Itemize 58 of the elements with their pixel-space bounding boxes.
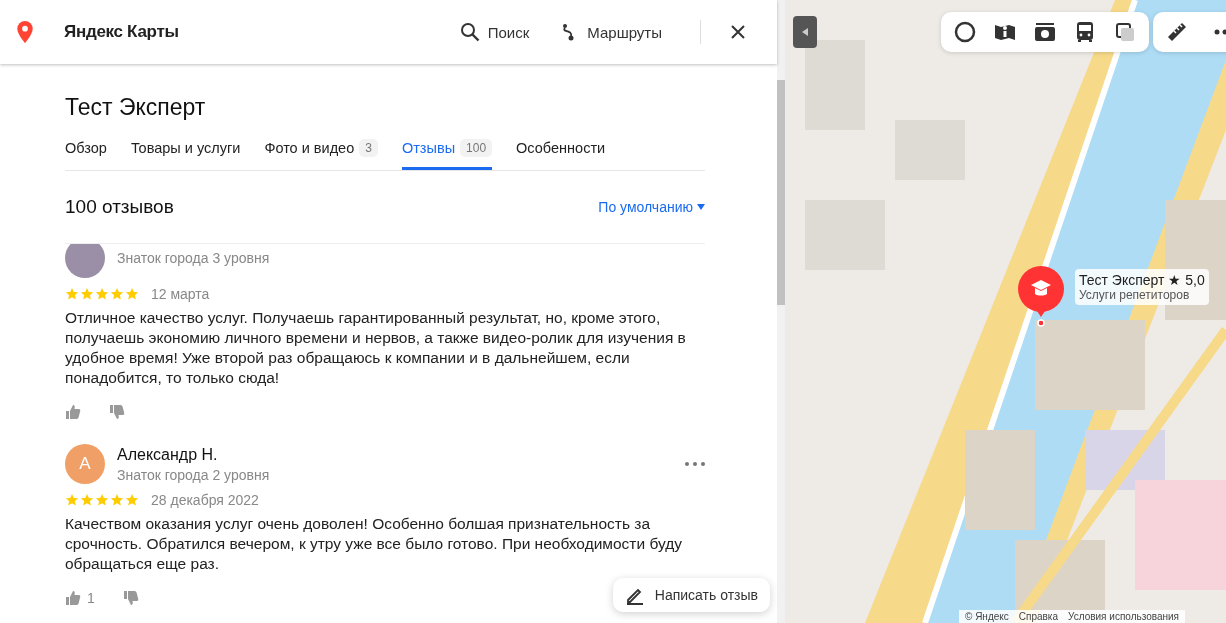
thumbs-up-icon — [65, 590, 81, 606]
place-label[interactable]: Тест Эксперт ★ 5,0 Услуги репетиторов — [1075, 269, 1209, 305]
camera-icon[interactable] — [1033, 20, 1057, 44]
star-icon — [110, 287, 124, 301]
tab[interactable]: Фото и видео 3 — [264, 133, 378, 170]
place-name: Тест Эксперт ★ 5,0 — [1079, 272, 1205, 288]
review-date: 12 марта — [151, 286, 210, 302]
sort-dropdown[interactable]: По умолчанию — [598, 199, 705, 215]
collapse-panel-button[interactable] — [793, 16, 817, 48]
like-button[interactable]: 1 — [65, 590, 95, 606]
layers-icon[interactable] — [1113, 20, 1137, 44]
caret-icon — [802, 28, 808, 36]
place-category: Услуги репетиторов — [1079, 288, 1191, 302]
star-icon — [125, 493, 139, 507]
place-marker-icon[interactable] — [1017, 265, 1065, 327]
thumbs-down-icon — [122, 590, 139, 606]
organization-title: Тест Эксперт — [65, 94, 207, 121]
scrollbar[interactable] — [777, 0, 785, 623]
reviews-count: 100 отзывов — [65, 196, 174, 218]
author-level: Знаток города 2 уровня — [117, 466, 271, 483]
routes-button[interactable]: Маршруты — [559, 22, 662, 42]
review-text: Отличное качество услуг. Получаешь гарантированный результат, но, кроме этого, получаешь экономию личного времени и нервов, а также видео-ролик для изучения в удобное время! Уже второй раз обращаюсь к компании и в дальнейшем, если понадобится, то только сюда! — [65, 308, 687, 388]
write-review-button[interactable]: Написать отзыв — [612, 578, 770, 612]
author-level: Знаток города 3 уровня — [117, 250, 271, 266]
thumbs-up-icon — [65, 404, 81, 420]
caret-icon — [697, 204, 705, 210]
star-icon — [95, 493, 109, 507]
review-date: 28 декабря 2022 — [151, 492, 259, 508]
like-button[interactable] — [65, 404, 81, 420]
tab[interactable]: Товары и услуги — [130, 133, 241, 170]
footer-link[interactable]: Справка — [1018, 611, 1058, 622]
avatar — [65, 244, 105, 278]
star-icon — [80, 493, 94, 507]
dislike-button[interactable] — [109, 404, 125, 420]
author-name[interactable]: Александр Н. — [117, 445, 673, 464]
star-icon — [65, 287, 79, 301]
search-button[interactable]: Поиск — [459, 22, 530, 42]
circle-icon[interactable] — [953, 20, 977, 44]
star-icon — [65, 493, 79, 507]
tab[interactable]: Особенности — [516, 133, 606, 170]
count-badge: 3 — [359, 139, 378, 157]
review-text: Качеством оказания услуг очень доволен! Особенно болшая признательность за срочность. Обратился вечером, к утру уже все было готово. При необходимости буду обращаться еще раз. — [65, 514, 683, 574]
footer-link[interactable]: Условия использования — [1068, 611, 1179, 622]
tab[interactable]: Отзывы 100 — [401, 133, 493, 170]
count-badge: 100 — [460, 139, 493, 157]
map-pin-icon — [16, 21, 34, 43]
close-icon[interactable] — [731, 25, 745, 39]
star-icon — [125, 287, 139, 301]
star-icon — [110, 493, 124, 507]
copyright-text: © Яндекс — [965, 611, 1009, 622]
thumbs-down-icon — [109, 404, 125, 420]
dislike-button[interactable] — [122, 590, 139, 606]
star-icon — [80, 287, 94, 301]
avatar: А — [65, 444, 105, 484]
app-logo[interactable]: Яндекс Карты — [64, 22, 179, 42]
search-icon — [459, 22, 480, 42]
tab[interactable]: Обзор — [65, 133, 107, 170]
star-icon — [95, 287, 109, 301]
